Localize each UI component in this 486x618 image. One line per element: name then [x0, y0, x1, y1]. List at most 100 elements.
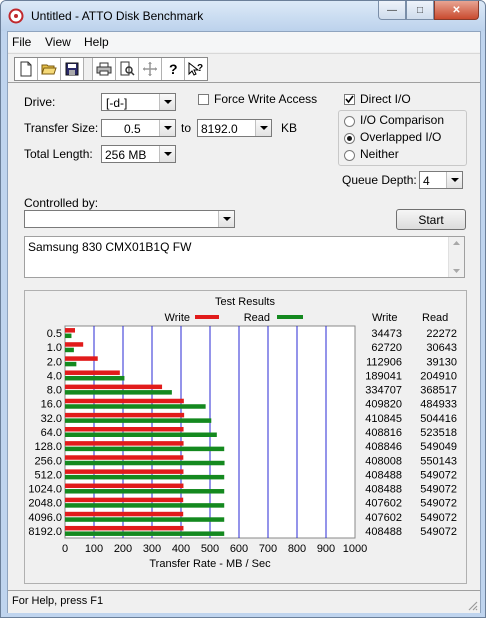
x-tick-label: 400 — [172, 543, 190, 555]
read-bar — [65, 489, 225, 494]
x-tick-label: 300 — [143, 543, 161, 555]
direct-io-checkbox[interactable] — [344, 94, 355, 105]
description-scrollbar[interactable] — [448, 237, 464, 277]
chevron-down-icon[interactable] — [159, 94, 175, 110]
chevron-down-icon[interactable] — [255, 120, 271, 136]
write-column-header: Write — [372, 312, 397, 324]
save-icon[interactable] — [61, 58, 84, 80]
y-tick-label: 0.5 — [47, 328, 62, 340]
status-text: For Help, press F1 — [12, 595, 104, 607]
minimize-button[interactable]: — — [378, 1, 406, 20]
read-bar — [65, 517, 225, 522]
read-value: 484933 — [420, 399, 457, 411]
write-value: 408488 — [365, 484, 402, 496]
transfer-size-label: Transfer Size: — [24, 121, 99, 135]
read-value: 549072 — [420, 498, 457, 510]
write-value: 408008 — [365, 455, 402, 467]
read-value: 549072 — [420, 512, 457, 524]
controlled-by-label: Controlled by: — [24, 196, 99, 210]
read-bar — [65, 361, 77, 367]
print-preview-icon[interactable] — [116, 58, 139, 80]
controlled-by-select[interactable] — [24, 210, 235, 228]
move-icon[interactable] — [139, 58, 162, 80]
chevron-down-icon[interactable] — [159, 120, 175, 136]
write-value: 408488 — [365, 526, 402, 538]
x-tick-label: 200 — [114, 543, 132, 555]
print-icon[interactable] — [93, 58, 116, 80]
svg-text:?: ? — [169, 61, 178, 77]
context-help-icon[interactable]: ? — [185, 58, 207, 80]
status-bar: For Help, press F1 — [8, 590, 480, 613]
y-tick-label: 512.0 — [34, 469, 62, 481]
write-value: 112906 — [366, 356, 402, 368]
write-value: 408846 — [365, 441, 402, 453]
menu-file[interactable]: File — [12, 35, 31, 49]
y-tick-label: 32.0 — [41, 413, 62, 425]
menu-bar: File View Help — [8, 32, 480, 52]
write-value: 410845 — [365, 413, 402, 425]
write-value: 408816 — [365, 427, 402, 439]
toolbar-buttons: ? ? — [14, 57, 208, 81]
y-tick-label: 2048.0 — [28, 498, 62, 510]
read-value: 22272 — [426, 328, 457, 340]
read-bar — [65, 347, 74, 353]
description-textarea[interactable]: Samsung 830 CMX01B1Q FW — [24, 236, 465, 278]
read-value: 549072 — [420, 469, 457, 481]
read-bar — [65, 446, 225, 452]
force-write-checkbox[interactable] — [198, 94, 209, 105]
read-bar — [65, 333, 72, 339]
write-value: 34473 — [371, 328, 402, 340]
legend-read-swatch — [277, 315, 303, 319]
write-bar — [65, 356, 98, 361]
transfer-size-to-select[interactable]: 8192.0 — [197, 119, 272, 137]
read-bar — [65, 531, 225, 536]
write-value: 62720 — [371, 342, 402, 354]
queue-depth-select[interactable]: 4 — [419, 171, 463, 189]
neither-radio[interactable] — [344, 150, 355, 161]
open-icon[interactable] — [38, 58, 61, 80]
write-value: 334707 — [365, 385, 402, 397]
read-bar — [65, 503, 225, 508]
write-value: 409820 — [365, 399, 402, 411]
io-comparison-radio[interactable] — [344, 116, 355, 127]
read-bar — [65, 432, 217, 437]
total-length-label: Total Length: — [24, 147, 93, 161]
total-length-select[interactable]: 256 MB — [101, 145, 176, 163]
y-tick-label: 4.0 — [47, 370, 62, 382]
maximize-button[interactable]: □ — [406, 1, 434, 20]
drive-label: Drive: — [24, 95, 56, 109]
menu-help[interactable]: Help — [84, 35, 109, 49]
read-value: 549072 — [420, 484, 457, 496]
queue-depth-value: 4 — [423, 174, 430, 188]
write-bar — [65, 511, 184, 517]
write-bar — [65, 412, 185, 418]
read-value: 30643 — [426, 342, 457, 354]
write-bar — [65, 455, 184, 460]
close-button[interactable]: ✕ — [434, 1, 479, 20]
write-bar — [65, 342, 84, 347]
transfer-size-from-select[interactable]: 0.5 — [101, 119, 176, 137]
app-logo-icon — [8, 8, 24, 24]
chevron-down-icon[interactable] — [446, 172, 462, 188]
title-bar[interactable]: Untitled - ATTO Disk Benchmark — □ ✕ — [1, 1, 485, 31]
read-value: 549049 — [420, 441, 457, 453]
write-bar — [65, 384, 163, 390]
chevron-down-icon[interactable] — [159, 146, 175, 162]
chevron-down-icon[interactable] — [218, 211, 234, 227]
start-button[interactable]: Start — [396, 209, 466, 230]
overlapped-io-radio[interactable] — [344, 133, 355, 144]
write-bar — [65, 370, 120, 375]
new-icon[interactable] — [15, 58, 38, 80]
resize-grip-icon[interactable] — [466, 599, 478, 611]
help-icon[interactable]: ? — [162, 58, 185, 80]
write-bar — [65, 497, 184, 503]
x-tick-label: 900 — [317, 543, 335, 555]
x-tick-label: 700 — [259, 543, 277, 555]
read-column-header: Read — [422, 312, 448, 324]
test-results-panel: Test Results Write Read Write Read 0 100 200 300… — [24, 290, 467, 584]
transfer-size-to-value: 8192.0 — [201, 122, 238, 136]
y-tick-label: 256.0 — [34, 455, 62, 467]
transfer-size-from-value: 0.5 — [124, 122, 141, 136]
menu-view[interactable]: View — [45, 35, 71, 49]
drive-select[interactable]: [-d-] — [101, 93, 176, 111]
